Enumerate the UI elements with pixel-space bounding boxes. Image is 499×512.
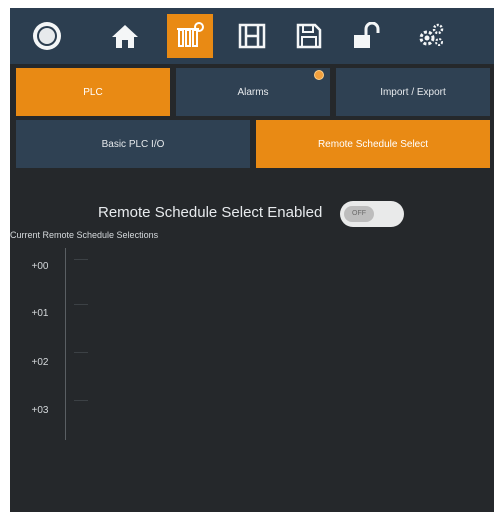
tab-alarms[interactable]: Alarms (176, 68, 330, 116)
tab-import-export[interactable]: Import / Export (336, 68, 490, 116)
selection-row-line (74, 400, 88, 401)
tab-import-export-label: Import / Export (380, 86, 446, 98)
tab-basic-plc-io-label: Basic PLC I/O (101, 138, 165, 150)
selection-row-line (74, 352, 88, 353)
selection-row-line (74, 259, 88, 260)
top-icon-bar (10, 8, 494, 64)
settings-gears-icon (419, 23, 444, 46)
selections-divider (65, 248, 66, 440)
settings-button[interactable] (408, 14, 454, 58)
power-icon (33, 22, 61, 50)
plc-io-icon (177, 22, 204, 47)
selection-row-label: +00 (31, 261, 49, 272)
current-selections-label: Current Remote Schedule Selections (10, 230, 159, 240)
selection-row-label: +02 (31, 357, 49, 368)
selection-row-line (74, 304, 88, 305)
save-button[interactable] (286, 14, 332, 58)
film-icon (238, 23, 266, 49)
tab-remote-schedule-select[interactable]: Remote Schedule Select (256, 120, 490, 168)
tab-remote-schedule-select-label: Remote Schedule Select (317, 138, 429, 150)
plc-screen: PLC Alarms Import / Export Basic PLC I/O… (10, 8, 494, 512)
selection-row-label: +01 (31, 308, 49, 319)
home-icon (112, 25, 138, 48)
tab-basic-plc-io[interactable]: Basic PLC I/O (16, 120, 250, 168)
home-button[interactable] (102, 14, 148, 58)
toggle-state-text: OFF (344, 206, 374, 222)
remote-schedule-enabled-toggle[interactable]: OFF (340, 201, 404, 227)
unlock-button[interactable] (344, 14, 390, 58)
film-button[interactable] (229, 14, 275, 58)
tab-alarms-label: Alarms (237, 86, 269, 98)
remote-schedule-enabled-label: Remote Schedule Select Enabled (98, 204, 323, 221)
tab-plc-label: PLC (83, 86, 103, 98)
selection-row-label: +03 (31, 405, 49, 416)
save-icon (296, 23, 322, 49)
power-button[interactable] (24, 14, 70, 58)
unlock-icon (354, 22, 380, 48)
plc-io-button[interactable] (167, 14, 213, 58)
alarm-badge (314, 70, 324, 80)
tab-plc[interactable]: PLC (16, 68, 170, 116)
